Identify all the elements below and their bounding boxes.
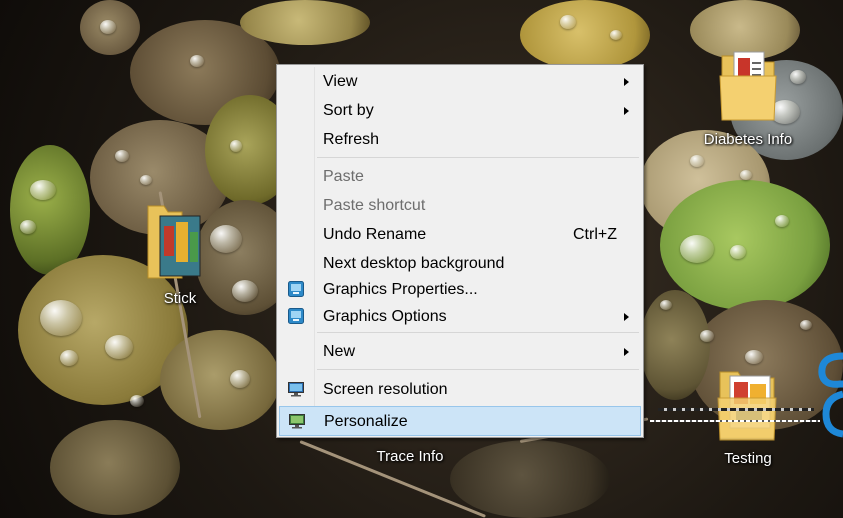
water-drop (130, 395, 144, 407)
menu-item-label: Screen resolution (323, 381, 448, 398)
menu-item-personalize[interactable]: Personalize (279, 406, 641, 436)
desktop-icon-label: Testing (724, 450, 772, 467)
icon-rename-line (658, 408, 814, 411)
submenu-arrow-icon (624, 348, 629, 356)
menu-item-label: Paste shortcut (323, 197, 426, 214)
water-drop (140, 175, 152, 185)
wallpaper-leaf (50, 420, 180, 515)
menu-item-undo-rename[interactable]: Undo Rename Ctrl+Z (279, 222, 641, 248)
menu-item-shortcut: Ctrl+Z (573, 226, 617, 243)
desktop-icon-testing[interactable]: Testing (688, 362, 808, 474)
wallpaper-leaf (520, 0, 650, 70)
menu-item-paste[interactable]: Paste (279, 164, 641, 190)
submenu-arrow-icon (624, 107, 629, 115)
water-drop (230, 140, 242, 152)
intel-graphics-icon (288, 281, 304, 297)
water-drop (60, 350, 78, 366)
submenu-arrow-icon (624, 78, 629, 86)
water-drop (610, 30, 622, 40)
desktop-icon-label: Trace Info (376, 448, 444, 465)
water-drop (232, 280, 258, 302)
water-drop (30, 180, 56, 200)
water-drop (680, 235, 714, 263)
water-drop (800, 320, 812, 330)
menu-separator (317, 157, 639, 158)
wallpaper-leaf (240, 0, 370, 45)
water-drop (700, 330, 714, 342)
desktop-icon-label: Stick (163, 290, 197, 307)
menu-item-sort-by[interactable]: Sort by (279, 98, 641, 124)
desktop-icon-diabetes-info[interactable]: Diabetes Info (688, 44, 808, 156)
water-drop (100, 20, 116, 34)
water-drop (775, 215, 789, 227)
water-drop (740, 170, 752, 180)
water-drop (40, 300, 82, 336)
wallpaper-leaf (10, 145, 90, 275)
desktop-context-menu: View Sort by Refresh Paste Paste shortcu… (276, 64, 644, 438)
menu-item-label: Graphics Properties... (323, 281, 478, 298)
water-drop (660, 300, 672, 310)
water-drop (560, 15, 576, 29)
menu-item-paste-shortcut[interactable]: Paste shortcut (279, 193, 641, 219)
water-drop (230, 370, 250, 388)
menu-item-label: Sort by (323, 102, 374, 119)
menu-item-screen-resolution[interactable]: Screen resolution (279, 377, 641, 403)
intel-graphics-icon (288, 308, 304, 324)
water-drop (105, 335, 133, 359)
wallpaper-leaf (450, 440, 610, 518)
monitor-icon (288, 382, 304, 397)
menu-item-view[interactable]: View (279, 69, 641, 95)
water-drop (115, 150, 129, 162)
menu-item-label: View (323, 73, 358, 90)
water-drop (190, 55, 204, 67)
menu-item-label: Personalize (324, 413, 408, 430)
submenu-arrow-icon (624, 313, 629, 321)
desktop-icon-stick[interactable]: Stick (130, 200, 230, 312)
folder-icon (717, 371, 777, 441)
folder-icon (147, 205, 201, 279)
partial-app-icon[interactable] (812, 352, 843, 442)
menu-item-graphics-properties[interactable]: Graphics Properties... (279, 277, 641, 303)
icon-rename-line (650, 420, 820, 422)
desktop-icon-trace-info[interactable]: Trace Info (350, 440, 470, 474)
menu-separator (317, 332, 639, 333)
menu-item-next-desktop-background[interactable]: Next desktop background (279, 251, 641, 277)
menu-item-label: Refresh (323, 131, 380, 148)
water-drop (690, 155, 704, 167)
wallpaper-leaf (160, 330, 280, 430)
folder-icon (719, 51, 777, 121)
menu-item-new[interactable]: New (279, 339, 641, 365)
menu-item-label: Graphics Options (323, 308, 447, 325)
desktop-icon-label: Diabetes Info (703, 131, 793, 148)
water-drop (20, 220, 36, 234)
menu-separator (317, 369, 639, 370)
menu-item-refresh[interactable]: Refresh (279, 127, 641, 153)
personalize-icon (289, 414, 305, 429)
menu-item-label: Paste (323, 168, 364, 185)
menu-item-label: Next desktop background (323, 255, 505, 272)
menu-item-label: Undo Rename (323, 226, 427, 243)
menu-item-graphics-options[interactable]: Graphics Options (279, 304, 641, 330)
water-drop (730, 245, 746, 259)
menu-item-label: New (323, 343, 356, 360)
